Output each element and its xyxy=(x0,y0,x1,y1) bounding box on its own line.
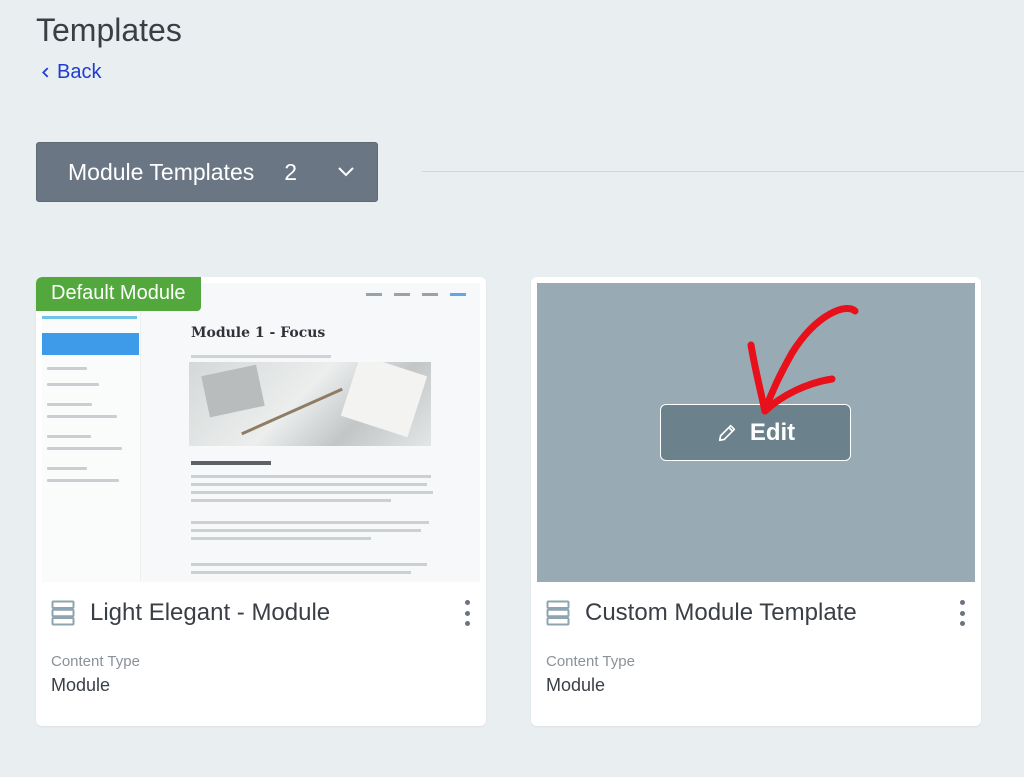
kebab-menu-icon[interactable] xyxy=(957,600,967,626)
dropdown-count: 2 xyxy=(284,158,298,185)
preview-content: Module 1 - Focus xyxy=(141,283,480,582)
back-link[interactable]: Back xyxy=(40,61,101,84)
page-title: Templates xyxy=(36,12,182,48)
content-type-value: Module xyxy=(546,675,606,695)
module-templates-dropdown[interactable]: Module Templates 2 xyxy=(36,142,378,202)
content-type-label: Content Type xyxy=(51,653,140,670)
content-type-label: Content Type xyxy=(546,653,635,670)
card-title[interactable]: Custom Module Template xyxy=(585,599,857,627)
chevron-left-icon xyxy=(42,67,49,78)
annotation-arrow-icon xyxy=(747,304,859,415)
kebab-menu-icon[interactable] xyxy=(462,600,472,626)
card-title[interactable]: Light Elegant - Module xyxy=(90,599,330,627)
template-preview[interactable]: Module 1 - Focus xyxy=(42,283,480,582)
template-card-custom: Edit Custom Module Template Content Type… xyxy=(531,277,981,726)
dropdown-label: Module Templates xyxy=(68,158,255,185)
default-module-badge: Default Module xyxy=(36,277,201,311)
template-preview-placeholder[interactable]: Edit xyxy=(537,283,975,582)
edit-button-label: Edit xyxy=(749,418,796,446)
section-divider xyxy=(422,171,1024,172)
preview-sidebar xyxy=(42,311,141,581)
template-card-light-elegant: Module 1 - Focus Default Module Light El… xyxy=(36,277,486,726)
back-link-label: Back xyxy=(57,61,102,83)
preview-heading: Module 1 - Focus xyxy=(191,325,326,341)
preview-image xyxy=(189,362,431,446)
chevron-down-icon xyxy=(338,167,354,177)
stack-icon xyxy=(51,600,75,626)
pencil-icon xyxy=(718,424,735,441)
content-type-value: Module xyxy=(51,675,111,695)
stack-icon xyxy=(546,600,570,626)
